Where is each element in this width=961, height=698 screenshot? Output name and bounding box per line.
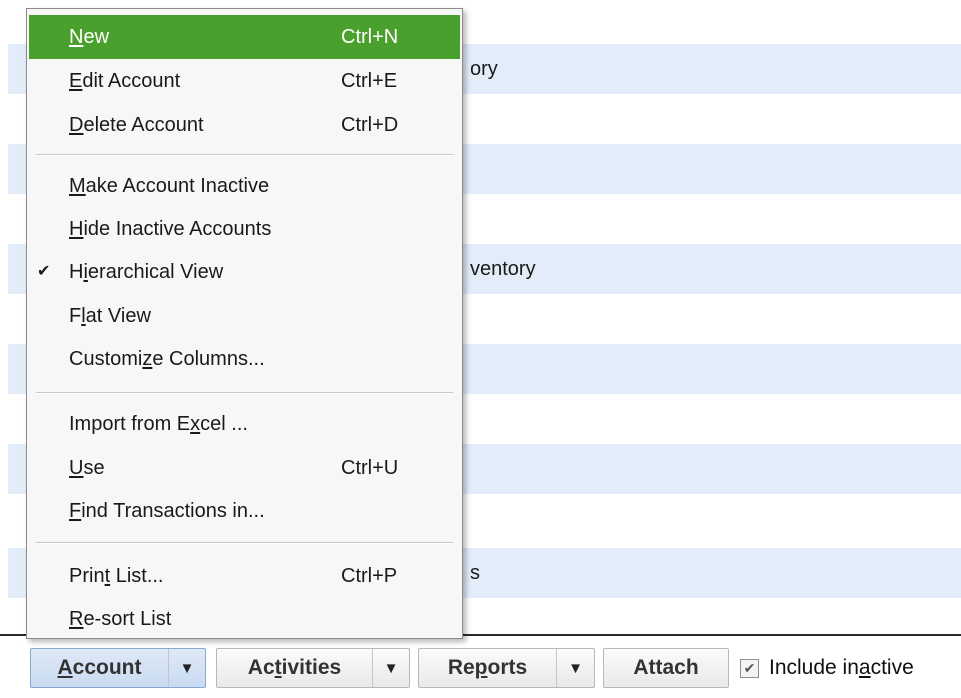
menu-item-print-list[interactable]: Print List... Ctrl+P: [29, 554, 460, 598]
menu-item-make-inactive[interactable]: Make Account Inactive: [29, 164, 460, 208]
list-row-text: s: [470, 562, 480, 584]
menu-separator: [36, 542, 453, 544]
menu-item-label: Customize Columns...: [69, 348, 265, 370]
menu-item-delete-account[interactable]: Delete Account Ctrl+D: [29, 103, 460, 147]
menu-item-label: Import from Excel ...: [69, 413, 248, 435]
menu-item-new[interactable]: New Ctrl+N: [29, 15, 460, 59]
menu-item-flat-view[interactable]: Flat View: [29, 294, 460, 338]
chevron-down-icon[interactable]: ▼: [169, 649, 205, 687]
menu-item-label: Edit Account: [69, 70, 181, 92]
menu-item-label: New: [69, 26, 110, 48]
include-inactive-checkbox[interactable]: ✔: [740, 658, 759, 678]
menu-item-shortcut: Ctrl+P: [341, 565, 398, 587]
menu-item-resort-list[interactable]: Re-sort List: [29, 597, 460, 641]
chevron-down-icon[interactable]: ▼: [557, 649, 594, 687]
menu-item-shortcut: Ctrl+D: [341, 114, 399, 136]
menu-item-edit-account[interactable]: Edit Account Ctrl+E: [29, 59, 460, 103]
menu-item-label: Hierarchical View: [69, 261, 224, 283]
attach-button[interactable]: Attach: [603, 648, 729, 688]
menu-item-label: Flat View: [69, 305, 151, 327]
menu-item-label: Hide Inactive Accounts: [69, 218, 272, 240]
menu-item-label: Delete Account: [69, 114, 204, 136]
menu-item-customize-columns[interactable]: Customize Columns...: [29, 337, 460, 381]
account-button-label[interactable]: Account: [31, 649, 169, 687]
reports-menu-button[interactable]: Re p orts ▼: [418, 648, 595, 688]
menu-item-shortcut: Ctrl+E: [341, 70, 398, 92]
menu-item-use[interactable]: Use Ctrl+U: [29, 446, 460, 490]
include-inactive-toggle[interactable]: ✔ Include inactive: [740, 648, 914, 688]
menu-item-shortcut: Ctrl+N: [341, 26, 399, 48]
menu-separator: [36, 154, 453, 156]
reports-button-label[interactable]: Re p orts: [419, 649, 557, 687]
activities-menu-button[interactable]: Ac t ivities ▼: [216, 648, 410, 688]
menu-item-hide-inactive[interactable]: Hide Inactive Accounts: [29, 207, 460, 251]
account-dropdown-menu: New Ctrl+N Edit Account Ctrl+E Delete Ac…: [26, 8, 463, 639]
menu-item-find-transactions[interactable]: Find Transactions in...: [29, 489, 460, 533]
list-row-text: ory: [470, 58, 498, 80]
list-row-text: ventory: [470, 258, 536, 280]
activities-button-label[interactable]: Ac t ivities: [217, 649, 373, 687]
include-inactive-label[interactable]: Include inactive: [769, 656, 914, 680]
menu-item-import-excel[interactable]: Import from Excel ...: [29, 402, 460, 446]
menu-item-label: Print List...: [69, 565, 164, 587]
menu-separator: [36, 392, 453, 394]
bottom-toolbar: Account ▼ Ac t ivities ▼ Re p orts ▼ Attach …: [0, 636, 961, 698]
menu-item-label: Re-sort List: [69, 608, 172, 630]
menu-item-label: Find Transactions in...: [69, 500, 265, 522]
menu-item-shortcut: Ctrl+U: [341, 457, 399, 479]
menu-item-hierarchical-view[interactable]: ✔ Hierarchical View: [29, 250, 460, 294]
chevron-down-icon[interactable]: ▼: [373, 649, 409, 687]
account-menu-button[interactable]: Account ▼: [30, 648, 206, 688]
menu-item-label: Make Account Inactive: [69, 175, 270, 197]
menu-item-label: Use: [69, 457, 105, 479]
checkmark-icon: ✔: [37, 263, 51, 280]
